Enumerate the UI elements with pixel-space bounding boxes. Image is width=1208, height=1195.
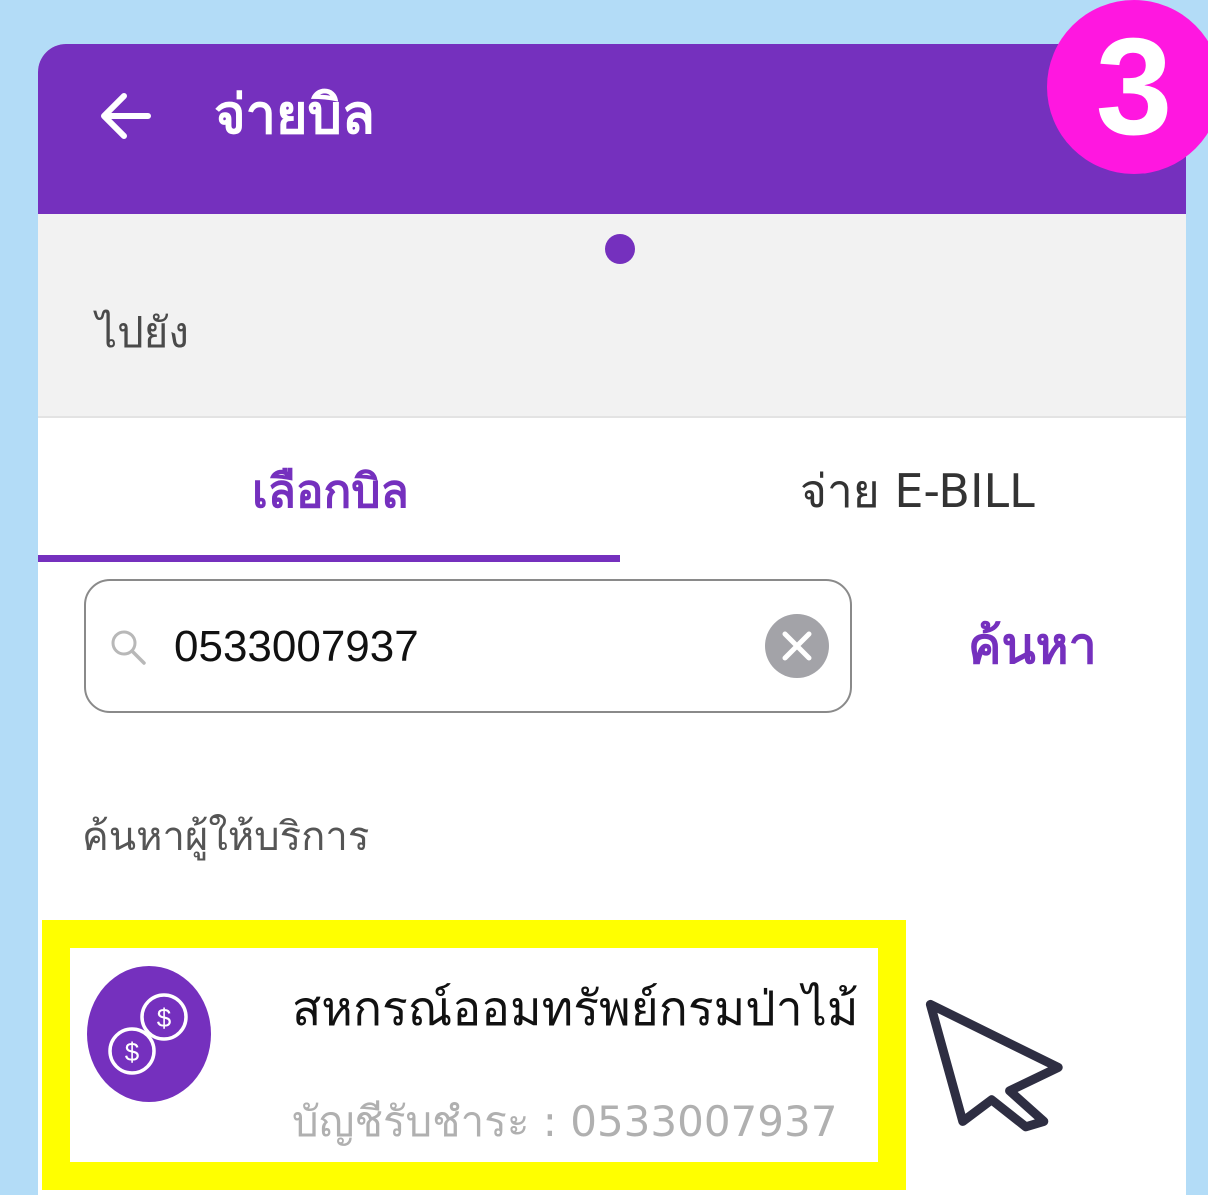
provider-name: สหกรณ์ออมทรัพย์กรมป่าไม้ — [292, 981, 859, 1037]
top-bar: จ่ายบิล — [38, 44, 1186, 214]
active-tab-indicator — [38, 555, 620, 562]
destination-panel: ไปยัง — [38, 214, 1186, 418]
search-button[interactable]: ค้นหา — [968, 606, 1097, 686]
search-input[interactable] — [174, 609, 734, 685]
page-title: จ่ายบิล — [214, 83, 375, 146]
tab-bar: เลือกบิล จ่าย E-BILL — [38, 416, 1186, 566]
cursor-arrow-icon — [925, 999, 1063, 1132]
page-indicator-dot — [605, 234, 635, 264]
back-arrow-icon[interactable] — [94, 84, 158, 148]
search-field[interactable] — [84, 579, 852, 713]
step-number-badge: 3 — [1047, 0, 1208, 174]
provider-search-label: ค้นหาผู้ให้บริการ — [82, 814, 370, 860]
tab-pay-ebill[interactable]: จ่าย E-BILL — [800, 456, 1035, 526]
svg-text:$: $ — [157, 1003, 172, 1033]
provider-account-number: บัญชีรับชำระ : 0533007937 — [292, 1097, 838, 1146]
clear-icon[interactable] — [764, 613, 830, 679]
tab-select-bill[interactable]: เลือกบิล — [252, 456, 409, 526]
coins-icon: $ $ — [87, 966, 211, 1102]
search-icon — [111, 630, 146, 665]
destination-label: ไปยัง — [96, 308, 189, 357]
svg-text:$: $ — [125, 1037, 140, 1067]
